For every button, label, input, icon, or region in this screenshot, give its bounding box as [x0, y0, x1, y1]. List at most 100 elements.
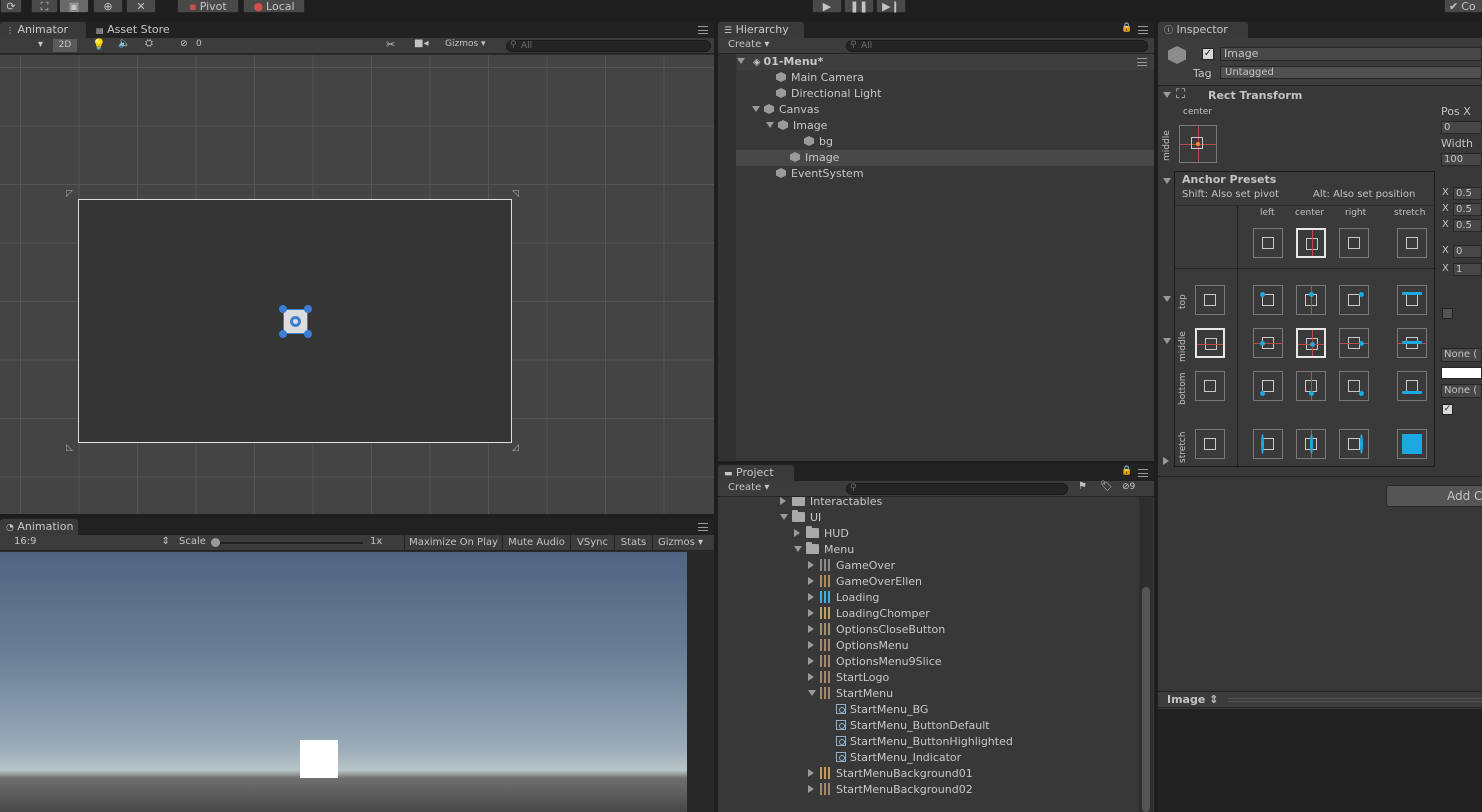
- project-item[interactable]: Interactables: [780, 497, 882, 510]
- anchor-preset-stretch-stretch[interactable]: [1397, 429, 1427, 459]
- anchor-preset-middle-left[interactable]: [1253, 328, 1283, 358]
- pos-x-field[interactable]: 0: [1441, 121, 1482, 134]
- panel-menu-icon[interactable]: [698, 523, 708, 531]
- scene-root[interactable]: ◈ 01-Menu*: [737, 54, 1154, 70]
- project-item[interactable]: LoadingChomper: [808, 606, 930, 622]
- project-search-input[interactable]: [846, 483, 1068, 495]
- width-field[interactable]: 100: [1441, 153, 1482, 166]
- hierarchy-item[interactable]: Main Camera: [718, 70, 1154, 86]
- hierarchy-create-dropdown[interactable]: Create ▾: [728, 39, 769, 50]
- lock-icon[interactable]: 🔒: [1121, 466, 1132, 476]
- handle-tl[interactable]: [279, 305, 287, 313]
- project-create-dropdown[interactable]: Create ▾: [728, 482, 769, 493]
- hidden-packages-icon[interactable]: ⊘9: [1122, 482, 1135, 492]
- color-field[interactable]: [1441, 367, 1482, 379]
- project-item[interactable]: OptionsMenu: [808, 638, 909, 654]
- hierarchy-item[interactable]: Canvas: [718, 102, 1154, 118]
- hierarchy-item[interactable]: Image: [718, 118, 1154, 134]
- anchor-preset-top-right[interactable]: [1339, 285, 1369, 315]
- canvas-corner-handle-tr[interactable]: ◹: [512, 189, 519, 199]
- value-field[interactable]: 0.5: [1453, 203, 1482, 216]
- custom-tool-button[interactable]: ✕: [126, 0, 156, 13]
- tab-animation[interactable]: ◔ Animation: [0, 519, 78, 535]
- project-item[interactable]: UI: [780, 510, 821, 526]
- hierarchy-item[interactable]: bg: [718, 134, 1154, 150]
- project-item[interactable]: StartLogo: [808, 670, 889, 686]
- raycast-checkbox[interactable]: [1442, 308, 1453, 319]
- scene-viewport[interactable]: ◸ ◹ ◺ ◿: [0, 55, 714, 514]
- game-viewport[interactable]: [0, 552, 687, 812]
- project-item[interactable]: StartMenuBackground02: [808, 782, 973, 798]
- project-item[interactable]: Menu: [794, 542, 854, 558]
- canvas-corner-handle-tl[interactable]: ◸: [66, 189, 73, 199]
- value-field[interactable]: 1: [1453, 263, 1482, 276]
- anchor-preset-middle-stretch[interactable]: [1397, 328, 1427, 358]
- anchor-preset-middle-center[interactable]: [1296, 328, 1326, 358]
- stats-button[interactable]: Stats: [614, 535, 652, 550]
- pivot-toggle[interactable]: ▪ Pivot: [177, 0, 239, 13]
- preview-title-dropdown[interactable]: Image ⇕: [1167, 693, 1218, 706]
- handle-br[interactable]: [304, 330, 312, 338]
- scale-slider[interactable]: [213, 542, 363, 544]
- anchor-preset-bottom-stretch[interactable]: [1397, 371, 1427, 401]
- step-button[interactable]: ▶❙: [876, 0, 906, 13]
- project-scrollbar-thumb[interactable]: [1142, 587, 1150, 812]
- anchor-preset-stretch-right[interactable]: [1339, 429, 1369, 459]
- mute-audio-button[interactable]: Mute Audio: [502, 535, 570, 550]
- local-toggle[interactable]: ● Local: [243, 0, 305, 13]
- preview-drag-bar[interactable]: [1228, 698, 1482, 702]
- value-field[interactable]: 0.5: [1453, 219, 1482, 232]
- tab-animator[interactable]: ⋮ Animator: [0, 22, 86, 38]
- canvas-corner-handle-br[interactable]: ◿: [512, 443, 519, 453]
- scene-menu-icon[interactable]: [1137, 58, 1147, 66]
- panel-menu-icon[interactable]: [698, 26, 708, 34]
- hidden-objects-icon[interactable]: ⊘: [180, 39, 188, 49]
- shading-dropdown[interactable]: ▾: [38, 39, 43, 50]
- vsync-button[interactable]: VSync: [570, 535, 614, 550]
- anchor-preset-top-center[interactable]: [1296, 285, 1326, 315]
- project-item[interactable]: Loading: [808, 590, 879, 606]
- tag-dropdown[interactable]: Untagged: [1220, 66, 1482, 79]
- project-item[interactable]: OptionsCloseButton: [808, 622, 945, 638]
- panel-menu-icon[interactable]: [1138, 26, 1148, 34]
- anchor-preset-top-left[interactable]: [1253, 285, 1283, 315]
- anchor-preset-middle-right[interactable]: [1339, 328, 1369, 358]
- value-field[interactable]: 0: [1453, 245, 1482, 258]
- anchor-preset-stretch-col[interactable]: [1397, 228, 1427, 258]
- lock-icon[interactable]: 🔒: [1121, 23, 1132, 33]
- project-item[interactable]: StartMenuBackground01: [808, 766, 973, 782]
- object-name-field[interactable]: Image: [1220, 47, 1482, 61]
- aspect-dropdown[interactable]: 16:9 ⇕: [14, 536, 174, 547]
- anchor-preset-top-row[interactable]: [1195, 285, 1225, 315]
- game-gizmos-dropdown[interactable]: Gizmos ▾: [652, 535, 712, 550]
- canvas-corner-handle-bl[interactable]: ◺: [66, 443, 73, 453]
- add-component-button[interactable]: Add C: [1386, 485, 1482, 507]
- anchor-preset-left-col[interactable]: [1253, 228, 1283, 258]
- play-button[interactable]: ▶: [812, 0, 842, 13]
- camera-icon[interactable]: ■◂: [414, 38, 428, 49]
- search-by-label-icon[interactable]: 🏷: [1100, 481, 1113, 492]
- selected-image-gizmo[interactable]: [279, 305, 312, 338]
- audio-icon[interactable]: 🔈: [118, 38, 130, 49]
- scene-search-input[interactable]: All: [506, 40, 711, 52]
- project-item[interactable]: StartMenu: [808, 686, 893, 702]
- project-item[interactable]: StartMenu_Indicator: [836, 750, 961, 766]
- hierarchy-item[interactable]: EventSystem: [718, 166, 1154, 182]
- anchor-preset-button[interactable]: [1179, 125, 1217, 163]
- 2d-toggle[interactable]: 2D: [53, 39, 77, 52]
- scale-slider-thumb[interactable]: [211, 538, 220, 547]
- material-field[interactable]: None (: [1441, 384, 1482, 398]
- tab-hierarchy[interactable]: ☰ Hierarchy: [718, 22, 804, 38]
- anchor-preset-right-col[interactable]: [1339, 228, 1369, 258]
- project-item[interactable]: HUD: [794, 526, 849, 542]
- transform-tool-button[interactable]: ⊕: [93, 0, 123, 13]
- tab-project[interactable]: ▬ Project: [718, 465, 794, 481]
- anchor-preset-middle-row[interactable]: [1195, 328, 1225, 358]
- anchor-preset-stretch-left[interactable]: [1253, 429, 1283, 459]
- anchor-preset-stretch-center[interactable]: [1296, 429, 1326, 459]
- hierarchy-search-input[interactable]: All: [846, 40, 1148, 52]
- gizmos-dropdown[interactable]: Gizmos ▾: [445, 39, 486, 49]
- effects-icon[interactable]: ⛭: [145, 38, 153, 49]
- panel-menu-icon[interactable]: [1138, 469, 1148, 477]
- anchor-preset-top-stretch[interactable]: [1397, 285, 1427, 315]
